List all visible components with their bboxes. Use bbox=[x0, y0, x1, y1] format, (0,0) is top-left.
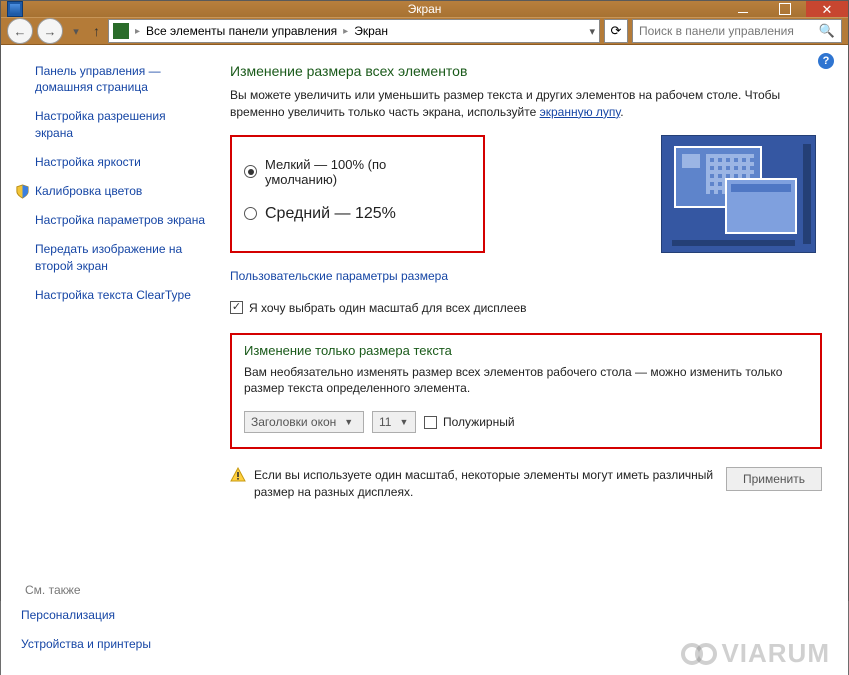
seealso-personalization[interactable]: Персонализация bbox=[21, 607, 206, 623]
heading-text-size: Изменение только размера текста bbox=[244, 343, 808, 358]
watermark: VIARUM bbox=[681, 638, 830, 669]
text-size-controls: Заголовки окон▼ 11▼ Полужирный bbox=[244, 411, 808, 433]
sidebar-item-project[interactable]: Передать изображение на второй экран bbox=[35, 241, 206, 273]
intro-text: Вы можете увеличить или уменьшить размер… bbox=[230, 87, 822, 121]
text-size-intro: Вам необязательно изменять размер всех э… bbox=[244, 364, 808, 398]
chevron-down-icon: ▼ bbox=[344, 417, 353, 427]
radio-medium[interactable]: Средний — 125% bbox=[244, 205, 461, 223]
breadcrumb-sep: ▸ bbox=[343, 26, 348, 37]
maximize-button[interactable] bbox=[764, 1, 806, 17]
control-panel-icon bbox=[113, 23, 129, 39]
titlebar: Экран bbox=[1, 1, 848, 17]
shield-icon bbox=[15, 184, 30, 199]
scale-section: Мелкий — 100% (по умолчанию) Средний — 1… bbox=[230, 135, 822, 253]
search-placeholder: Поиск в панели управления bbox=[639, 24, 794, 38]
checkbox-icon bbox=[424, 416, 437, 429]
custom-size-link[interactable]: Пользовательские параметры размера bbox=[230, 269, 448, 283]
minimize-button[interactable] bbox=[722, 1, 764, 17]
bold-label: Полужирный bbox=[443, 415, 515, 429]
element-dropdown[interactable]: Заголовки окон▼ bbox=[244, 411, 364, 433]
seealso-devices[interactable]: Устройства и принтеры bbox=[21, 636, 206, 652]
breadcrumb-sep: ▸ bbox=[135, 26, 140, 37]
radio-small-label: Мелкий — 100% (по умолчанию) bbox=[265, 157, 461, 187]
bold-checkbox[interactable]: Полужирный bbox=[424, 415, 515, 429]
window-title: Экран bbox=[408, 2, 442, 16]
sidebar-item-cleartype[interactable]: Настройка текста ClearType bbox=[35, 287, 206, 303]
size-dropdown[interactable]: 11▼ bbox=[372, 411, 416, 433]
sidebar-item-resolution[interactable]: Настройка разрешения экрана bbox=[35, 108, 206, 140]
warning-icon bbox=[230, 467, 246, 483]
back-button[interactable]: ← bbox=[7, 18, 33, 44]
seealso-label: См. также bbox=[21, 583, 206, 597]
footer-row: Если вы используете один масштаб, некото… bbox=[230, 467, 822, 501]
monitor-illustration bbox=[661, 135, 816, 253]
address-dropdown-icon[interactable]: ▾ bbox=[589, 25, 595, 38]
refresh-button[interactable]: ⟳ bbox=[604, 19, 628, 43]
address-controls: ▾ bbox=[589, 25, 595, 38]
up-button[interactable]: ↑ bbox=[89, 23, 104, 39]
text-size-section: Изменение только размера текста Вам необ… bbox=[230, 333, 822, 450]
chevron-down-icon: ▼ bbox=[399, 417, 408, 427]
sidebar-item-calibrate[interactable]: Калибровка цветов bbox=[35, 183, 206, 199]
content: ? Панель управления — домашняя страница … bbox=[1, 45, 848, 675]
window-buttons bbox=[722, 1, 848, 17]
single-scale-checkbox[interactable]: Я хочу выбрать один масштаб для всех дис… bbox=[230, 301, 822, 315]
radio-small[interactable]: Мелкий — 100% (по умолчанию) bbox=[244, 157, 461, 187]
system-icon bbox=[7, 1, 23, 17]
breadcrumb-current[interactable]: Экран bbox=[354, 24, 388, 38]
navbar: ← → ▾ ↑ ▸ Все элементы панели управления… bbox=[1, 17, 848, 45]
search-icon: 🔍 bbox=[819, 23, 835, 39]
search-box[interactable]: Поиск в панели управления 🔍 bbox=[632, 19, 842, 43]
sidebar-item-home[interactable]: Панель управления — домашняя страница bbox=[35, 63, 206, 95]
apply-button[interactable]: Применить bbox=[726, 467, 822, 491]
heading-resize-all: Изменение размера всех элементов bbox=[230, 63, 822, 79]
radio-medium-label: Средний — 125% bbox=[265, 205, 396, 223]
main: Изменение размера всех элементов Вы може… bbox=[216, 45, 848, 675]
radio-icon bbox=[244, 207, 257, 220]
sidebar: Панель управления — домашняя страница На… bbox=[1, 45, 216, 675]
warning-text: Если вы используете один масштаб, некото… bbox=[254, 467, 718, 501]
window: Экран ← → ▾ ↑ ▸ Все элементы панели упра… bbox=[0, 0, 849, 601]
close-button[interactable] bbox=[806, 1, 848, 17]
breadcrumb-root[interactable]: Все элементы панели управления bbox=[146, 24, 337, 38]
forward-button[interactable]: → bbox=[37, 18, 63, 44]
address-bar[interactable]: ▸ Все элементы панели управления ▸ Экран… bbox=[108, 19, 600, 43]
scale-radio-group: Мелкий — 100% (по умолчанию) Средний — 1… bbox=[230, 135, 485, 253]
history-dropdown[interactable]: ▾ bbox=[67, 22, 85, 40]
magnifier-link[interactable]: экранную лупу bbox=[540, 105, 621, 119]
single-scale-label: Я хочу выбрать один масштаб для всех дис… bbox=[249, 301, 527, 315]
radio-icon bbox=[244, 165, 257, 178]
sidebar-item-params[interactable]: Настройка параметров экрана bbox=[35, 212, 206, 228]
sidebar-item-brightness[interactable]: Настройка яркости bbox=[35, 154, 206, 170]
checkbox-icon bbox=[230, 301, 243, 314]
